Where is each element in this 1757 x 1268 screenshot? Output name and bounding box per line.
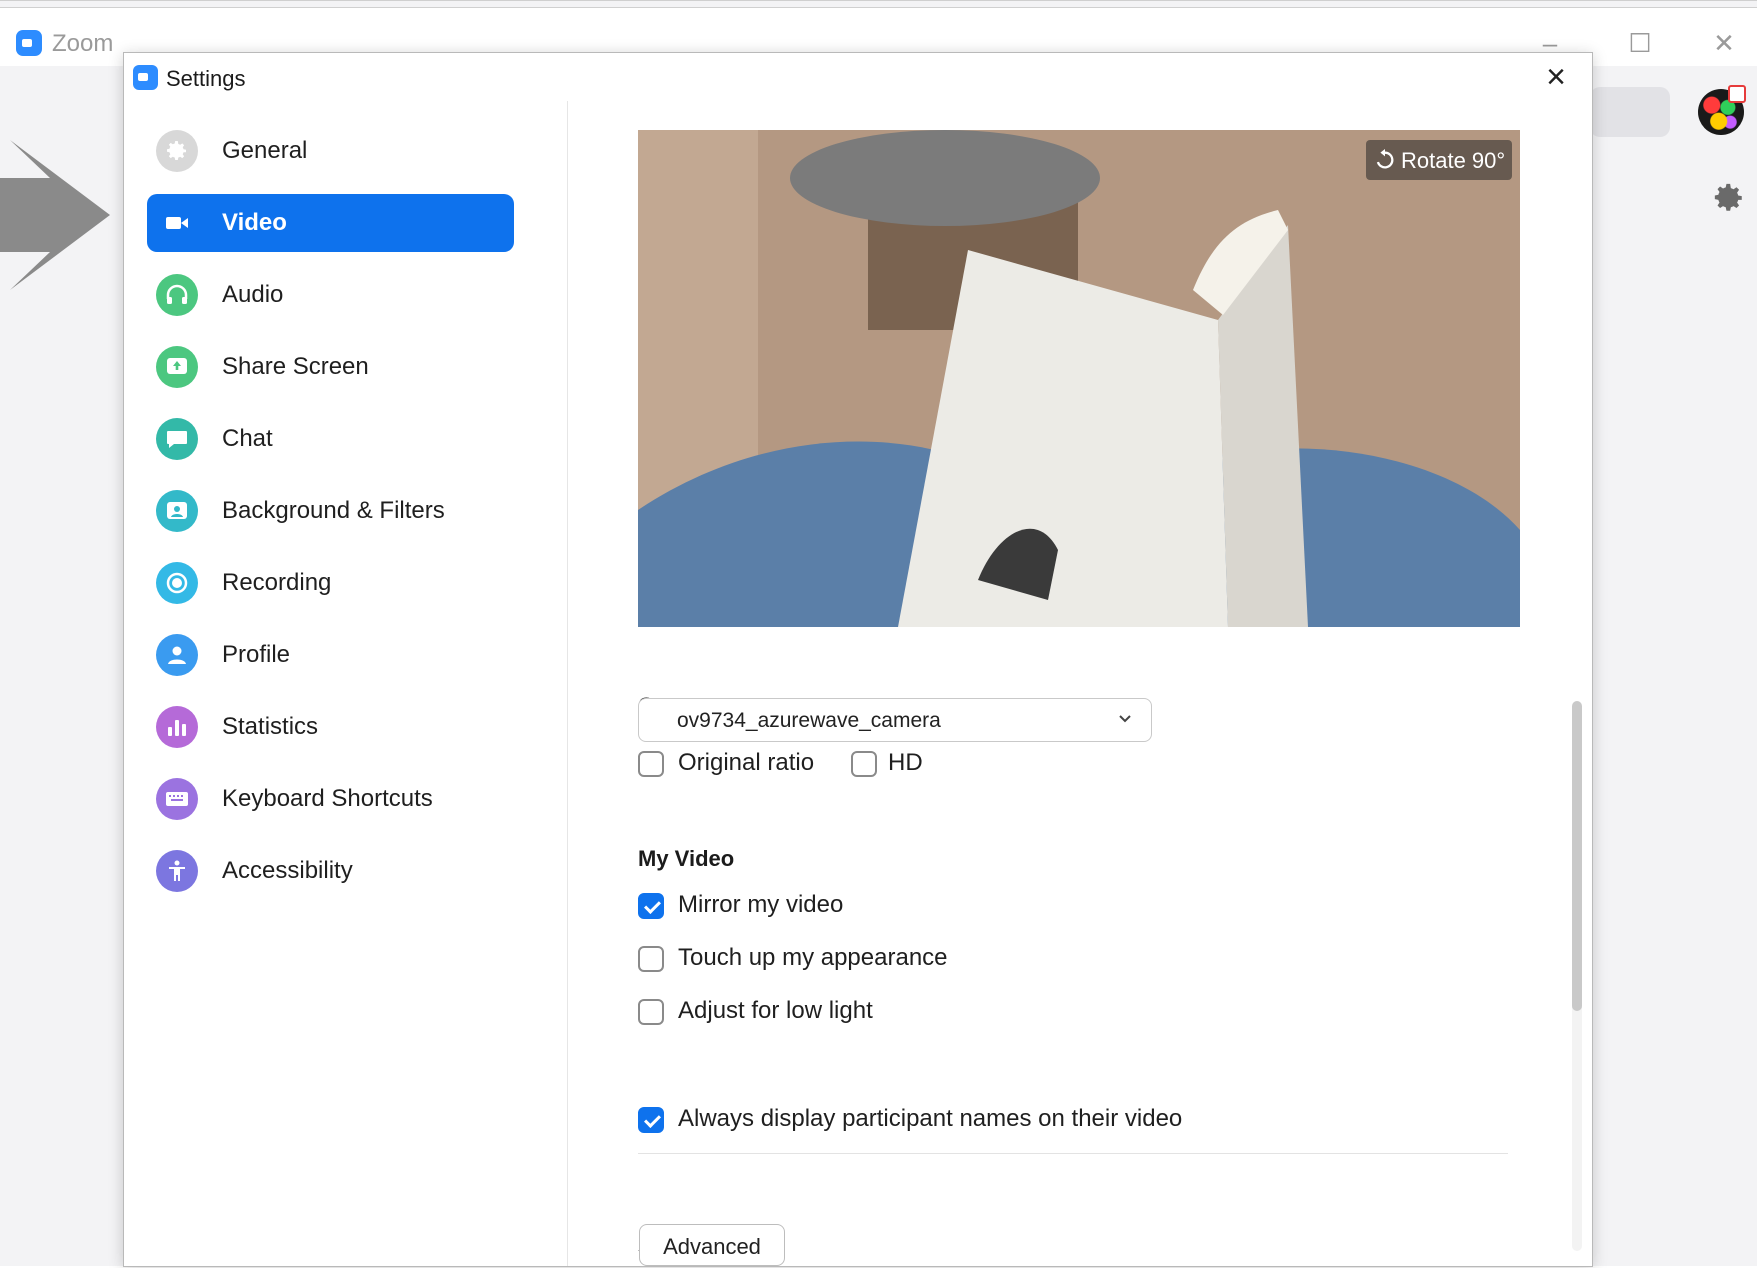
touch-up-appearance-label: Touch up my appearance	[678, 944, 948, 971]
zoom-logo-icon	[133, 65, 158, 90]
sidebar-item-label: Chat	[222, 425, 273, 452]
sidebar-item-label: Background & Filters	[222, 497, 445, 524]
my-video-section-label: My Video	[638, 846, 735, 871]
sidebar-item-share-screen[interactable]: Share Screen	[147, 338, 514, 396]
camera-preview: Rotate 90°	[638, 130, 1520, 627]
sidebar-item-profile[interactable]: Profile	[147, 626, 514, 684]
video-settings-panel: Rotate 90° Camera ov9734_azurewave_camer…	[568, 101, 1592, 1266]
original-ratio-checkbox[interactable]	[638, 751, 664, 777]
share-screen-icon	[156, 346, 198, 388]
adjust-low-light-checkbox[interactable]	[638, 999, 664, 1025]
camera-select[interactable]: ov9734_azurewave_camera	[638, 698, 1152, 742]
mirror-my-video-label: Mirror my video	[678, 891, 844, 918]
always-display-names-label: Always display participant names on thei…	[678, 1105, 1183, 1132]
record-icon	[156, 562, 198, 604]
sidebar-item-general[interactable]: General	[147, 122, 514, 180]
sidebar-item-video[interactable]: Video	[147, 194, 514, 252]
sidebar-item-label: Recording	[222, 569, 332, 596]
advanced-button[interactable]: Advanced	[639, 1224, 785, 1266]
camera-select-value: ov9734_azurewave_camera	[677, 709, 941, 732]
sidebar-item-label: Accessibility	[222, 857, 353, 884]
settings-sidebar: General Video Audio Share Screen Chat Ba…	[124, 101, 568, 1266]
gear-icon	[156, 130, 198, 172]
sidebar-item-label: Keyboard Shortcuts	[222, 785, 433, 812]
hd-checkbox[interactable]	[851, 751, 877, 777]
keyboard-icon	[156, 778, 198, 820]
chevron-down-icon	[1119, 715, 1131, 723]
chat-bubble-icon	[156, 418, 198, 460]
sidebar-item-recording[interactable]: Recording	[147, 554, 514, 612]
calendar-badge-icon	[1728, 85, 1746, 103]
sidebar-item-keyboard-shortcuts[interactable]: Keyboard Shortcuts	[147, 770, 514, 828]
sidebar-item-background-filters[interactable]: Background & Filters	[147, 482, 514, 540]
hd-label: HD	[888, 749, 923, 776]
zoom-logo-icon	[16, 30, 42, 56]
camera-preview-image	[638, 130, 1520, 627]
headphones-icon	[156, 274, 198, 316]
close-button[interactable]: ×	[1538, 60, 1574, 96]
scrollbar-thumb[interactable]	[1572, 701, 1582, 1011]
rotate-label: Rotate 90°	[1401, 148, 1506, 173]
gear-icon[interactable]	[1712, 181, 1746, 215]
sidebar-item-label: Statistics	[222, 713, 319, 740]
maximize-icon[interactable]: ☐	[1620, 26, 1660, 60]
pointer-arrow-icon	[0, 140, 110, 290]
adjust-low-light-label: Adjust for low light	[678, 997, 873, 1024]
section-divider	[638, 1153, 1508, 1154]
zoom-search-bar[interactable]	[1590, 87, 1670, 137]
background-icon	[156, 490, 198, 532]
zoom-window-title: Zoom	[52, 30, 114, 57]
sidebar-item-label: Video	[222, 209, 287, 236]
sidebar-item-accessibility[interactable]: Accessibility	[147, 842, 514, 900]
sidebar-item-chat[interactable]: Chat	[147, 410, 514, 468]
touch-up-appearance-checkbox[interactable]	[638, 946, 664, 972]
accessibility-icon	[156, 850, 198, 892]
mirror-my-video-checkbox[interactable]	[638, 893, 664, 919]
profile-icon	[156, 634, 198, 676]
sidebar-item-label: General	[222, 137, 308, 164]
sidebar-item-label: Profile	[222, 641, 291, 668]
video-camera-icon	[156, 202, 198, 244]
original-ratio-label: Original ratio	[678, 749, 815, 776]
sidebar-item-audio[interactable]: Audio	[147, 266, 514, 324]
rotate-icon	[1376, 149, 1394, 169]
statistics-icon	[156, 706, 198, 748]
sidebar-item-label: Audio	[222, 281, 284, 308]
dialog-title: Settings	[166, 66, 246, 91]
sidebar-item-label: Share Screen	[222, 353, 369, 380]
settings-titlebar: Settings ×	[124, 53, 1592, 101]
settings-dialog: Settings × General Video Audio Share Scr…	[123, 52, 1593, 1267]
close-icon[interactable]: ✕	[1704, 26, 1744, 60]
rotate-90-button[interactable]: Rotate 90°	[1366, 140, 1512, 180]
always-display-names-checkbox[interactable]	[638, 1107, 664, 1133]
sidebar-item-statistics[interactable]: Statistics	[147, 698, 514, 756]
